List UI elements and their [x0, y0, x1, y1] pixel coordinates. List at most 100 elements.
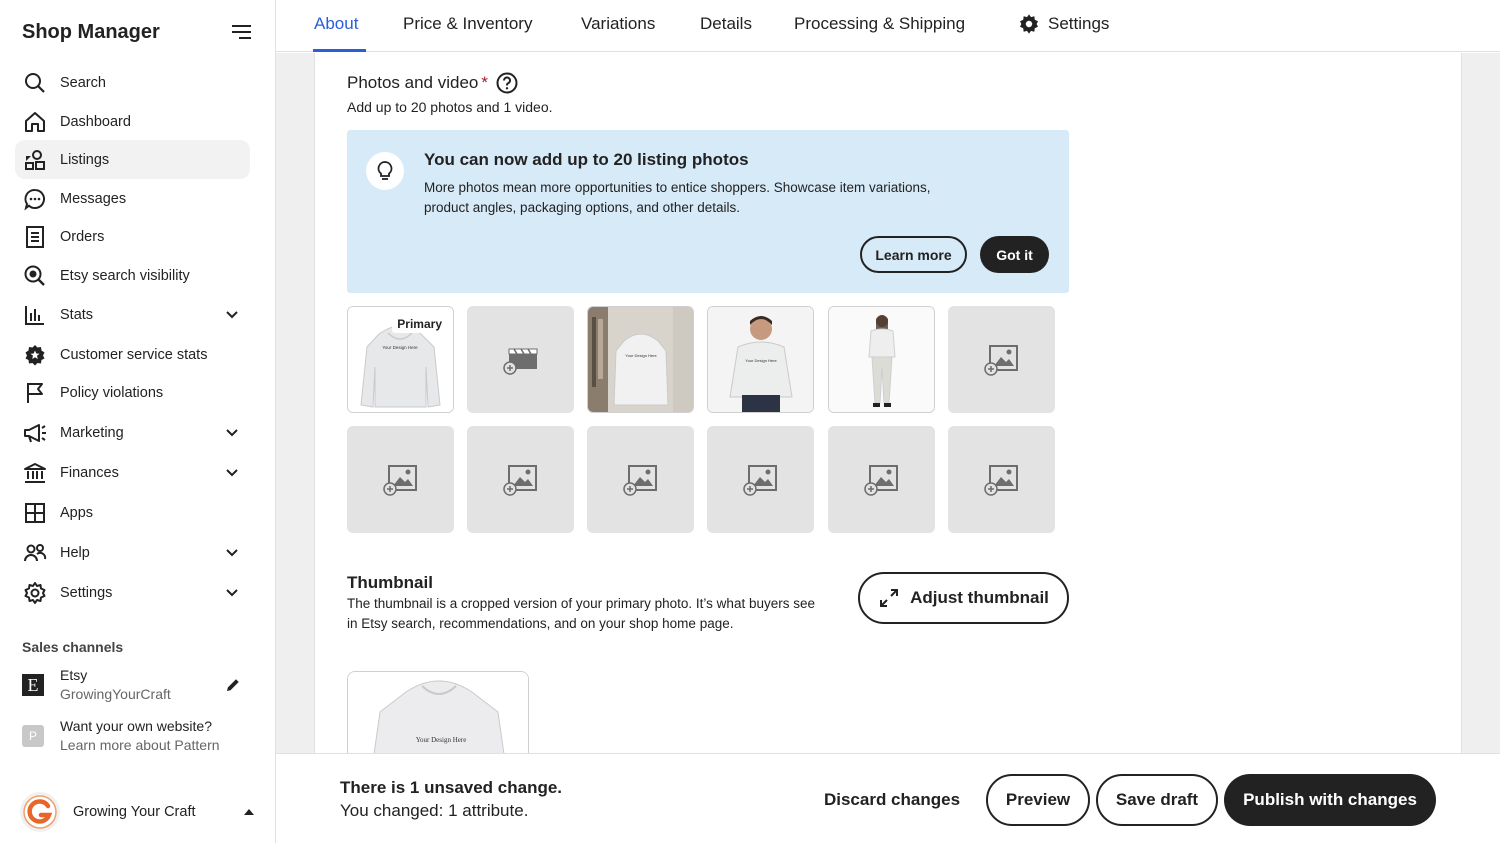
sidebar-item-apps[interactable]: Apps	[15, 493, 250, 532]
badge-icon	[22, 342, 48, 368]
tab-details[interactable]: Details	[700, 14, 752, 34]
publish-button[interactable]: Publish with changes	[1224, 774, 1436, 826]
apps-icon	[22, 500, 48, 526]
hoodie-closet-image: Your Design Here	[588, 307, 693, 412]
active-tab-indicator	[313, 49, 366, 52]
unsaved-detail: You changed: 1 attribute.	[340, 801, 529, 820]
svg-text:Your Design Here: Your Design Here	[416, 736, 467, 744]
add-photo-slot[interactable]	[828, 426, 935, 533]
sidebar-item-label: Apps	[60, 504, 94, 521]
pattern-logo-icon: P	[22, 725, 44, 747]
sidebar-item-policy-violations[interactable]: Policy violations	[15, 373, 250, 412]
pattern-link[interactable]: Learn more about Pattern	[60, 736, 262, 755]
add-photo-icon	[382, 464, 417, 496]
sidebar-item-label: Settings	[60, 584, 113, 601]
photo-slot-2[interactable]: Your Design Here	[587, 306, 694, 413]
pattern-text: Want your own website? Learn more about …	[60, 717, 262, 755]
sidebar-item-label: Dashboard	[60, 113, 131, 130]
thumbnail-heading: Thumbnail	[347, 573, 433, 592]
sidebar-item-settings[interactable]: Settings	[15, 573, 250, 612]
home-icon	[22, 109, 48, 135]
orders-icon	[22, 224, 48, 250]
sidebar: Shop Manager Search Dashboard Listings M…	[0, 0, 276, 843]
search-visibility-icon	[22, 263, 48, 289]
add-photo-slot[interactable]	[347, 426, 454, 533]
sidebar-item-messages[interactable]: Messages	[15, 179, 250, 218]
sidebar-item-orders[interactable]: Orders	[15, 217, 250, 256]
sidebar-item-label: Policy violations	[60, 384, 164, 401]
channel-text: Etsy GrowingYourCraft	[60, 666, 224, 704]
add-photo-slot[interactable]	[948, 306, 1055, 413]
thumbnail-description: The thumbnail is a cropped version of yo…	[347, 596, 815, 631]
channel-shop-name: GrowingYourCraft	[60, 686, 171, 702]
tab-about[interactable]: About	[314, 14, 358, 34]
preview-button[interactable]: Preview	[986, 774, 1090, 826]
sales-channel-etsy[interactable]: E Etsy GrowingYourCraft	[22, 664, 242, 706]
banner-title: You can now add up to 20 listing photos	[424, 150, 749, 169]
add-photo-icon	[983, 464, 1018, 496]
tab-settings[interactable]: Settings	[1018, 13, 1109, 35]
photo-slot-3[interactable]: Your Design Here	[707, 306, 814, 413]
add-photo-slot[interactable]	[948, 426, 1055, 533]
chevron-down-icon	[222, 543, 242, 563]
help-circle-icon[interactable]	[496, 72, 518, 94]
sidebar-item-dashboard[interactable]: Dashboard	[15, 102, 250, 141]
primary-tag: Primary	[392, 315, 447, 333]
sidebar-item-search[interactable]: Search	[15, 63, 250, 102]
etsy-logo-icon: E	[22, 674, 44, 696]
photo-slot-primary[interactable]: Your Design Here Primary	[347, 306, 454, 413]
pencil-icon[interactable]	[224, 676, 242, 694]
sidebar-item-label: Etsy search visibility	[60, 267, 190, 284]
add-video-slot[interactable]	[467, 306, 574, 413]
photo-slot-4[interactable]	[828, 306, 935, 413]
add-photo-slot[interactable]	[707, 426, 814, 533]
add-video-icon	[502, 348, 537, 375]
sidebar-item-customer-service-stats[interactable]: Customer service stats	[15, 335, 250, 374]
sidebar-item-help[interactable]: Help	[15, 533, 250, 572]
sidebar-item-finances[interactable]: Finances	[15, 453, 250, 492]
tab-settings-label: Settings	[1048, 14, 1110, 33]
stats-icon	[22, 302, 48, 328]
add-photo-icon	[863, 464, 898, 496]
chevron-down-icon	[222, 305, 242, 325]
sidebar-item-label: Messages	[60, 190, 127, 207]
megaphone-icon	[22, 420, 48, 446]
save-draft-button[interactable]: Save draft	[1096, 774, 1218, 826]
tab-price-inventory[interactable]: Price & Inventory	[403, 14, 532, 34]
people-icon	[22, 540, 48, 566]
learn-more-button[interactable]: Learn more	[860, 236, 967, 273]
add-photo-slot[interactable]	[467, 426, 574, 533]
sidebar-item-label: Finances	[60, 464, 119, 481]
pattern-title: Want your own website?	[60, 718, 212, 734]
thumbnail-preview: Your Design Here	[347, 671, 529, 753]
sidebar-item-label: Search	[60, 74, 106, 91]
tab-variations[interactable]: Variations	[581, 14, 655, 34]
add-photo-icon	[983, 344, 1018, 376]
discard-changes-button[interactable]: Discard changes	[812, 774, 972, 826]
add-photo-slot[interactable]	[587, 426, 694, 533]
shop-account-switcher[interactable]: Growing Your Craft	[20, 792, 256, 832]
unsaved-changes-bar: There is 1 unsaved change. You changed: …	[276, 753, 1500, 843]
sidebar-item-label: Orders	[60, 228, 105, 245]
sidebar-item-etsy-search-visibility[interactable]: Etsy search visibility	[15, 256, 250, 295]
adjust-thumbnail-button[interactable]: Adjust thumbnail	[858, 572, 1069, 624]
thumbnail-hoodie-image: Your Design Here	[348, 672, 528, 753]
got-it-button[interactable]: Got it	[980, 236, 1049, 273]
chevron-down-icon	[222, 423, 242, 443]
caret-up-icon	[242, 805, 256, 819]
sidebar-item-marketing[interactable]: Marketing	[15, 413, 250, 452]
sidebar-item-stats[interactable]: Stats	[15, 295, 250, 334]
shop-name: Growing Your Craft	[73, 804, 196, 820]
chevron-down-icon	[222, 463, 242, 483]
bank-icon	[22, 460, 48, 486]
tab-processing-shipping[interactable]: Processing & Shipping	[794, 14, 965, 34]
pattern-promo[interactable]: P Want your own website? Learn more abou…	[22, 715, 262, 757]
svg-text:Your Design Here: Your Design Here	[625, 353, 657, 358]
man-in-hoodie-image: Your Design Here	[708, 307, 813, 412]
hamburger-menu-icon[interactable]	[230, 22, 254, 42]
sidebar-item-label: Customer service stats	[60, 346, 208, 363]
sidebar-item-label: Marketing	[60, 424, 124, 441]
required-marker: *	[481, 73, 489, 92]
adjust-thumbnail-label: Adjust thumbnail	[910, 588, 1049, 607]
sidebar-item-listings[interactable]: Listings	[15, 140, 250, 179]
